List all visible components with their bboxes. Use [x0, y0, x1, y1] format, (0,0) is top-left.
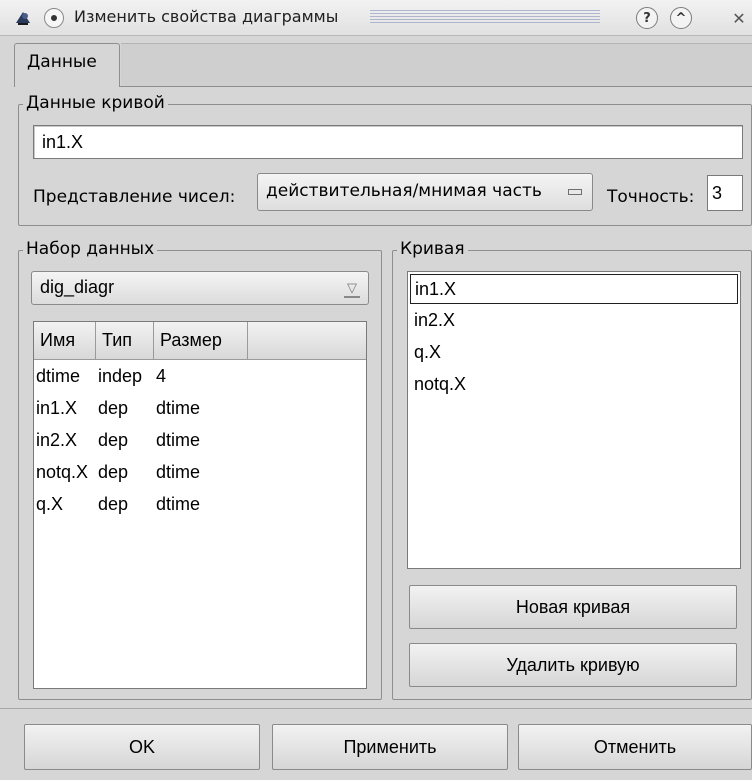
cell-type: dep	[98, 430, 129, 450]
new-curve-button[interactable]: Новая кривая	[409, 585, 737, 629]
delete-curve-button[interactable]: Удалить кривую	[409, 643, 737, 687]
maximize-button[interactable]: ^	[670, 7, 692, 29]
number-repr-label: Представление чисел:	[33, 187, 236, 207]
number-repr-select[interactable]: действительная/мнимая часть	[257, 173, 593, 211]
cell-type: indep	[98, 366, 143, 386]
table-row[interactable]: notq.X dep dtime	[34, 458, 366, 490]
cell-name: notq.X	[36, 462, 89, 482]
properties-dialog: Изменить свойства диаграммы ? ^ ✕ Данные…	[0, 0, 752, 780]
window-title: Изменить свойства диаграммы	[74, 7, 339, 26]
cell-type: dep	[98, 462, 129, 482]
table-header: Имя Тип Размер	[34, 322, 366, 360]
cell-type: dep	[98, 494, 129, 514]
dataset-selected-value: dig_diagr	[40, 277, 115, 297]
curve-list[interactable]: in1.X in2.X q.X notq.X	[407, 271, 741, 569]
curve-group-title: Кривая	[397, 239, 468, 259]
ok-button[interactable]: OK	[24, 724, 260, 770]
title-bar-decoration	[370, 10, 600, 25]
table-row[interactable]: dtime indep 4	[34, 362, 366, 394]
cell-size: dtime	[156, 462, 201, 482]
cancel-button[interactable]: Отменить	[518, 724, 752, 770]
cell-name: in1.X	[36, 398, 78, 418]
app-icon[interactable]	[14, 10, 32, 26]
cell-size: dtime	[156, 398, 201, 418]
column-header-name[interactable]: Имя	[34, 322, 96, 360]
tab-bar-background	[121, 43, 752, 86]
help-button[interactable]: ?	[636, 7, 658, 29]
precision-input[interactable]: 3	[707, 175, 743, 211]
dataset-group-title: Набор данных	[23, 239, 158, 259]
cell-size: dtime	[156, 494, 201, 514]
footer-divider	[0, 708, 752, 709]
tab-data[interactable]: Данные	[14, 43, 120, 87]
curve-data-group-title: Данные кривой	[23, 93, 168, 113]
apply-button[interactable]: Применить	[272, 724, 508, 770]
list-item[interactable]: in2.X	[410, 306, 738, 336]
cell-name: dtime	[36, 366, 81, 386]
cell-type: dep	[98, 398, 129, 418]
table-row[interactable]: in1.X dep dtime	[34, 394, 366, 426]
dataset-select[interactable]: dig_diagr ▽	[31, 271, 369, 305]
window-menu-button[interactable]	[44, 8, 64, 28]
tab-bar-line	[14, 86, 752, 87]
combo-indicator-icon	[568, 189, 582, 195]
curve-data-group: Данные кривой in1.X Представление чисел:…	[18, 93, 752, 226]
list-item[interactable]: q.X	[410, 338, 738, 368]
list-item[interactable]: notq.X	[410, 370, 738, 400]
table-row[interactable]: q.X dep dtime	[34, 490, 366, 522]
dropdown-arrow-icon: ▽	[344, 278, 360, 298]
dataset-group: Набор данных dig_diagr ▽ Имя Тип Размер …	[18, 239, 382, 700]
list-item[interactable]: in1.X	[410, 274, 738, 304]
curve-group: Кривая in1.X in2.X q.X notq.X Новая крив…	[392, 239, 752, 700]
title-bar: Изменить свойства диаграммы ? ^ ✕	[0, 0, 752, 36]
column-header-empty[interactable]	[248, 322, 366, 360]
dataset-table[interactable]: Имя Тип Размер dtime indep 4 in1.X dep d…	[33, 321, 367, 689]
number-repr-value: действительная/мнимая часть	[266, 181, 542, 201]
cell-name: q.X	[36, 494, 64, 514]
column-header-type[interactable]: Тип	[96, 322, 154, 360]
cell-name: in2.X	[36, 430, 78, 450]
close-button[interactable]: ✕	[728, 7, 750, 29]
curve-expression-input[interactable]: in1.X	[33, 125, 743, 159]
cell-size: 4	[156, 366, 167, 386]
cell-size: dtime	[156, 430, 201, 450]
table-row[interactable]: in2.X dep dtime	[34, 426, 366, 458]
column-header-size[interactable]: Размер	[154, 322, 248, 360]
precision-label: Точность:	[607, 187, 695, 207]
